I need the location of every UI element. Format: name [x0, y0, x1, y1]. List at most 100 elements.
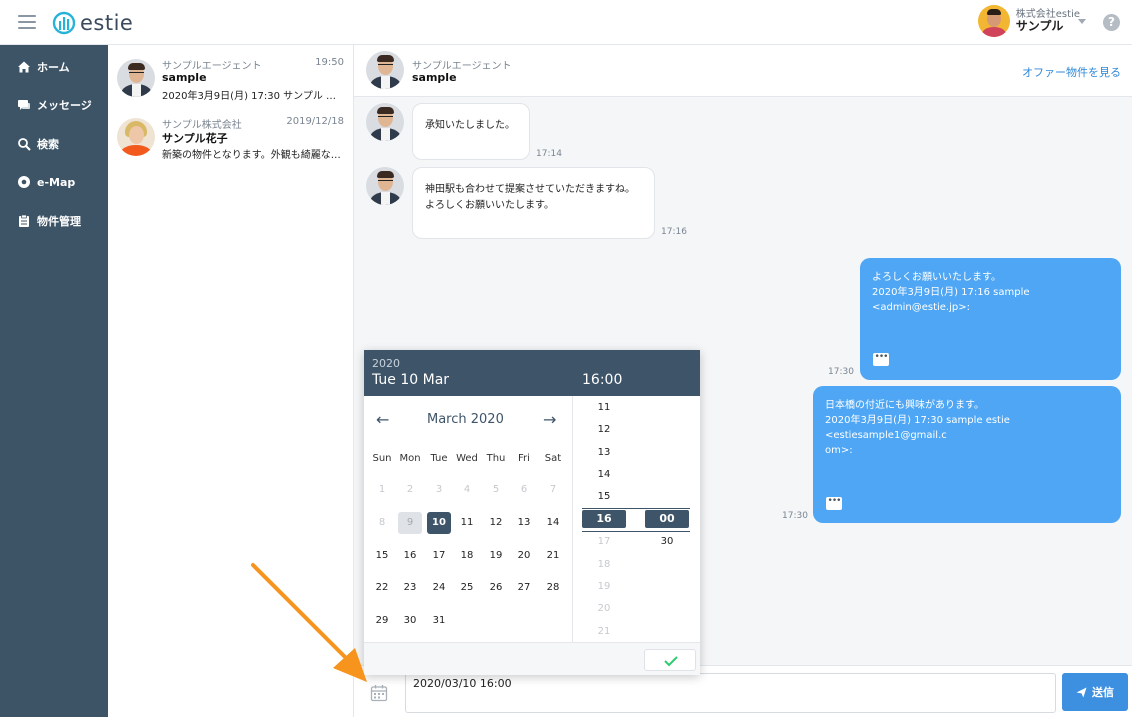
calendar-day[interactable]: 21 — [541, 545, 565, 567]
calendar-day[interactable]: 25 — [455, 577, 479, 599]
weekday-header: Fri — [518, 453, 530, 464]
weekday-header: Sun — [372, 453, 392, 464]
picker-header: 2020 Tue 10 Mar 16:00 — [364, 350, 700, 396]
hour-option[interactable]: 14 — [592, 469, 616, 480]
calendar-day[interactable]: 7 — [541, 479, 565, 501]
annotation-arrow-icon — [251, 563, 367, 682]
picker-selected-date[interactable]: Tue 10 Mar — [372, 372, 449, 388]
selected-hour[interactable]: 16 — [582, 510, 626, 528]
message-line: よろしくお願いいたします。 — [425, 200, 554, 211]
sidebar-item-property-management[interactable]: 物件管理 — [0, 206, 108, 236]
calendar-day[interactable]: 4 — [455, 479, 479, 501]
hour-option[interactable]: 17 — [592, 536, 616, 547]
calendar-day[interactable]: 14 — [541, 512, 565, 534]
chat-header: サンプルエージェント sample オファー物件を見る — [354, 45, 1132, 97]
hamburger-menu-icon[interactable] — [18, 15, 36, 29]
calendar-day[interactable]: 9 — [398, 512, 422, 534]
hour-option[interactable]: 12 — [592, 424, 616, 435]
user-menu[interactable]: 株式会社estie サンプル — [977, 5, 1080, 37]
more-options-icon[interactable]: ••• — [873, 353, 889, 366]
weekday-header: Mon — [399, 453, 421, 464]
conversation-sender: サンプル株式会社 — [162, 120, 242, 131]
message-line: 2020年3月9日(月) 17:16 sample <admin@estie.j… — [872, 287, 1030, 313]
calendar-day[interactable]: 19 — [484, 545, 508, 567]
incoming-message: 神田駅も合わせて提案させていただきますね。 よろしくお願いいたします。 — [412, 167, 655, 239]
weekday-header: Tue — [430, 453, 448, 464]
sidebar-item-messages[interactable]: メッセージ — [0, 90, 108, 120]
calendar-day[interactable]: 27 — [512, 577, 536, 599]
hour-option[interactable]: 13 — [592, 447, 616, 458]
conversation-name: sample — [162, 71, 207, 84]
message-time: 17:30 — [782, 511, 808, 521]
message-input[interactable]: 2020/03/10 16:00 — [405, 673, 1056, 713]
conversation-name: サンプル花子 — [162, 132, 228, 145]
help-icon[interactable]: ? — [1103, 14, 1120, 31]
more-options-icon[interactable]: ••• — [826, 497, 842, 510]
calendar-day[interactable]: 28 — [541, 577, 565, 599]
picker-year[interactable]: 2020 — [372, 357, 400, 370]
conversation-time: 2019/12/18 — [286, 116, 344, 127]
estie-logo[interactable]: estie — [52, 9, 133, 37]
message-line: よろしくお願いいたします。 — [872, 272, 1001, 283]
calendar-day[interactable]: 13 — [512, 512, 536, 534]
calendar-day[interactable]: 3 — [427, 479, 451, 501]
sidebar-item-label: ホーム — [37, 61, 70, 74]
message-time: 17:30 — [828, 367, 854, 377]
calendar-day[interactable]: 26 — [484, 577, 508, 599]
selected-minute[interactable]: 00 — [645, 510, 689, 528]
calendar-day[interactable]: 12 — [484, 512, 508, 534]
message-time: 17:14 — [536, 149, 562, 159]
datetime-picker: 2020 Tue 10 Mar 16:00 ← March 2020 → Sun… — [364, 350, 700, 675]
calendar-day[interactable]: 1 — [370, 479, 394, 501]
calendar-day[interactable]: 8 — [370, 512, 394, 534]
calendar-day[interactable]: 23 — [398, 577, 422, 599]
hour-option[interactable]: 11 — [592, 402, 616, 413]
calendar-day[interactable]: 2 — [398, 479, 422, 501]
minute-option[interactable]: 30 — [645, 536, 689, 547]
calendar-day[interactable]: 20 — [512, 545, 536, 567]
confirm-button[interactable] — [644, 649, 696, 671]
calendar-day[interactable]: 30 — [398, 610, 422, 632]
hour-option[interactable]: 19 — [592, 581, 616, 592]
calendar-day[interactable]: 6 — [512, 479, 536, 501]
sidebar-item-emap[interactable]: e-Map — [0, 167, 108, 197]
time-selection-line — [582, 531, 690, 532]
picker-footer — [364, 642, 700, 675]
weekday-header: Thu — [486, 453, 506, 464]
calendar-day[interactable]: 17 — [427, 545, 451, 567]
logo-text: estie — [80, 11, 134, 35]
calendar-day[interactable]: 16 — [398, 545, 422, 567]
calendar-day[interactable]: 31 — [427, 610, 451, 632]
picker-selected-time[interactable]: 16:00 — [582, 372, 622, 388]
weekday-header: Sat — [544, 453, 562, 464]
conversation-preview: 新築の物件となります。外観も綺麗な物件です。 — [162, 150, 344, 161]
chat-sender: サンプルエージェント — [412, 61, 512, 72]
next-month-icon[interactable]: → — [543, 410, 556, 429]
calendar-day[interactable]: 5 — [484, 479, 508, 501]
sidebar-item-search[interactable]: 検索 — [0, 129, 108, 159]
chat-name: sample — [412, 71, 457, 84]
hour-option[interactable]: 21 — [592, 626, 616, 637]
previous-month-icon[interactable]: ← — [376, 410, 389, 429]
calendar-day[interactable]: 10 — [427, 512, 451, 534]
avatar — [366, 167, 404, 205]
chevron-down-icon[interactable] — [1078, 19, 1086, 24]
message-line: 神田駅も合わせて提案させていただきますね。 — [425, 184, 635, 195]
message-line: 2020年3月9日(月) 17:30 sample estie <estiesa… — [825, 415, 1010, 441]
outgoing-message: よろしくお願いいたします。 2020年3月9日(月) 17:16 sample … — [860, 258, 1121, 380]
sidebar-item-label: 物件管理 — [37, 215, 81, 228]
hour-option[interactable]: 20 — [592, 603, 616, 614]
calendar-day[interactable]: 24 — [427, 577, 451, 599]
calendar-day[interactable]: 18 — [455, 545, 479, 567]
hour-option[interactable]: 18 — [592, 559, 616, 570]
conversation-time: 19:50 — [315, 57, 344, 68]
sidebar-item-home[interactable]: ホーム — [0, 52, 108, 82]
calendar-day[interactable]: 11 — [455, 512, 479, 534]
offer-properties-link[interactable]: オファー物件を見る — [1022, 64, 1121, 80]
message-line: 日本橋の付近にも興味があります。 — [825, 400, 984, 411]
conversation-item[interactable]: サンプルエージェント 19:50 sample 2020年3月9日(月) 17:… — [108, 49, 354, 109]
top-header: estie 株式会社estie サンプル ? — [0, 0, 1132, 45]
conversation-item[interactable]: サンプル株式会社 2019/12/18 サンプル花子 新築の物件となります。外観… — [108, 108, 354, 168]
hour-option[interactable]: 15 — [592, 491, 616, 502]
send-button[interactable]: 送信 — [1062, 673, 1128, 711]
